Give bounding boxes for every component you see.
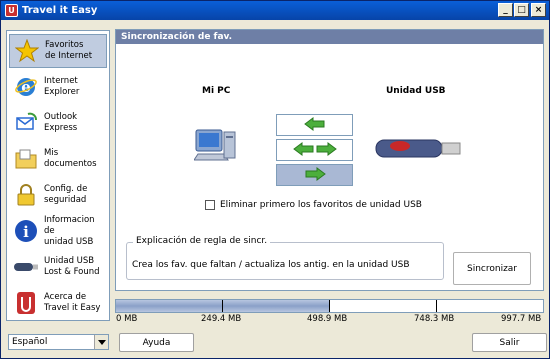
sidebar-item-acerca-de[interactable]: Acerca de Travel it Easy	[9, 286, 107, 320]
arrow-right-icon	[304, 166, 326, 184]
capacity-label-1: 249.4 MB	[201, 314, 242, 324]
sync-pc-to-usb-button[interactable]	[276, 114, 353, 136]
sidebar-item-outlook-express[interactable]: Outlook Express	[9, 106, 107, 140]
arrow-both-icon	[292, 141, 337, 159]
info-icon: i	[13, 218, 39, 244]
lock-icon	[13, 182, 39, 208]
window-title: Travel it Easy	[22, 5, 98, 16]
sync-rule-legend: Explicación de regla de sincr.	[133, 236, 271, 246]
capacity-tick	[222, 300, 223, 312]
usb-drive-icon	[13, 254, 39, 280]
sidebar-item-label: Informacion de unidad USB	[44, 214, 95, 247]
usb-stick-icon	[374, 134, 464, 162]
delete-first-checkbox[interactable]: Eliminar primero los favoritos de unidad…	[205, 200, 422, 210]
sync-usb-to-pc-button[interactable]	[276, 164, 353, 186]
arrow-left-icon	[303, 116, 326, 134]
outlook-express-icon	[13, 110, 39, 136]
internet-explorer-icon: e	[13, 74, 39, 100]
sidebar-item-lost-found[interactable]: Unidad USB Lost & Found	[9, 250, 107, 284]
sidebar-item-label: Acerca de Travel it Easy	[44, 292, 101, 313]
folder-icon	[13, 146, 39, 172]
sync-rule-text: Crea los fav. que faltan / actualiza los…	[132, 260, 410, 270]
sidebar-item-favoritos[interactable]: Favoritos de Internet	[9, 34, 107, 68]
app-logo-icon	[13, 290, 39, 316]
language-value: Español	[12, 337, 48, 347]
app-window: U Travel it Easy _ □ × Favoritos de Inte…	[0, 0, 550, 359]
app-logo-icon: U	[5, 4, 18, 17]
checkbox-box[interactable]	[205, 200, 215, 210]
help-button[interactable]: Ayuda	[119, 333, 194, 352]
sidebar-item-label: Outlook Express	[44, 112, 78, 133]
sync-bidirectional-button[interactable]	[276, 139, 353, 161]
chevron-down-icon[interactable]	[94, 335, 108, 349]
sidebar-item-label: Mis documentos	[44, 148, 97, 169]
capacity-label-4: 997.7 MB	[501, 314, 542, 324]
minimize-button[interactable]: _	[498, 3, 513, 17]
panel-title: Sincronización de fav.	[116, 30, 543, 44]
capacity-label-2: 498.9 MB	[307, 314, 348, 324]
capacity-tick	[329, 300, 330, 312]
sidebar-item-informacion-usb[interactable]: i Informacion de unidad USB	[9, 214, 107, 248]
sidebar-item-seguridad[interactable]: Config. de seguridad	[9, 178, 107, 212]
title-bar[interactable]: U Travel it Easy _ □ ×	[1, 1, 549, 20]
capacity-label-0: 0 MB	[116, 314, 138, 324]
maximize-button[interactable]: □	[514, 3, 529, 17]
my-pc-label: Mi PC	[202, 86, 231, 96]
checkbox-label: Eliminar primero los favoritos de unidad…	[220, 200, 422, 210]
usb-capacity-bar	[115, 299, 544, 313]
sync-rule-group: Explicación de regla de sincr. Crea los …	[126, 236, 444, 280]
sidebar-item-internet-explorer[interactable]: e Internet Explorer	[9, 70, 107, 104]
exit-button[interactable]: Salir	[472, 333, 547, 352]
sidebar-item-label: Config. de seguridad	[44, 184, 88, 205]
sidebar-item-label: Favoritos de Internet	[45, 40, 93, 61]
sidebar-item-mis-documentos[interactable]: Mis documentos	[9, 142, 107, 176]
computer-icon	[193, 126, 238, 166]
usb-drive-label: Unidad USB	[386, 86, 446, 96]
sync-panel: Sincronización de fav. Mi PC Unidad USB	[115, 29, 544, 291]
sync-button[interactable]: Sincronizar	[453, 252, 531, 285]
sidebar: Favoritos de Internet e Internet Explore…	[6, 30, 110, 321]
sidebar-item-label: Unidad USB Lost & Found	[44, 256, 100, 277]
star-icon	[14, 38, 40, 64]
capacity-tick	[436, 300, 437, 312]
capacity-fill	[116, 300, 330, 312]
language-select[interactable]: Español	[8, 334, 109, 350]
sidebar-item-label: Internet Explorer	[44, 76, 80, 97]
close-button[interactable]: ×	[531, 3, 546, 17]
capacity-label-3: 748.3 MB	[414, 314, 455, 324]
svg-text:i: i	[23, 223, 29, 241]
